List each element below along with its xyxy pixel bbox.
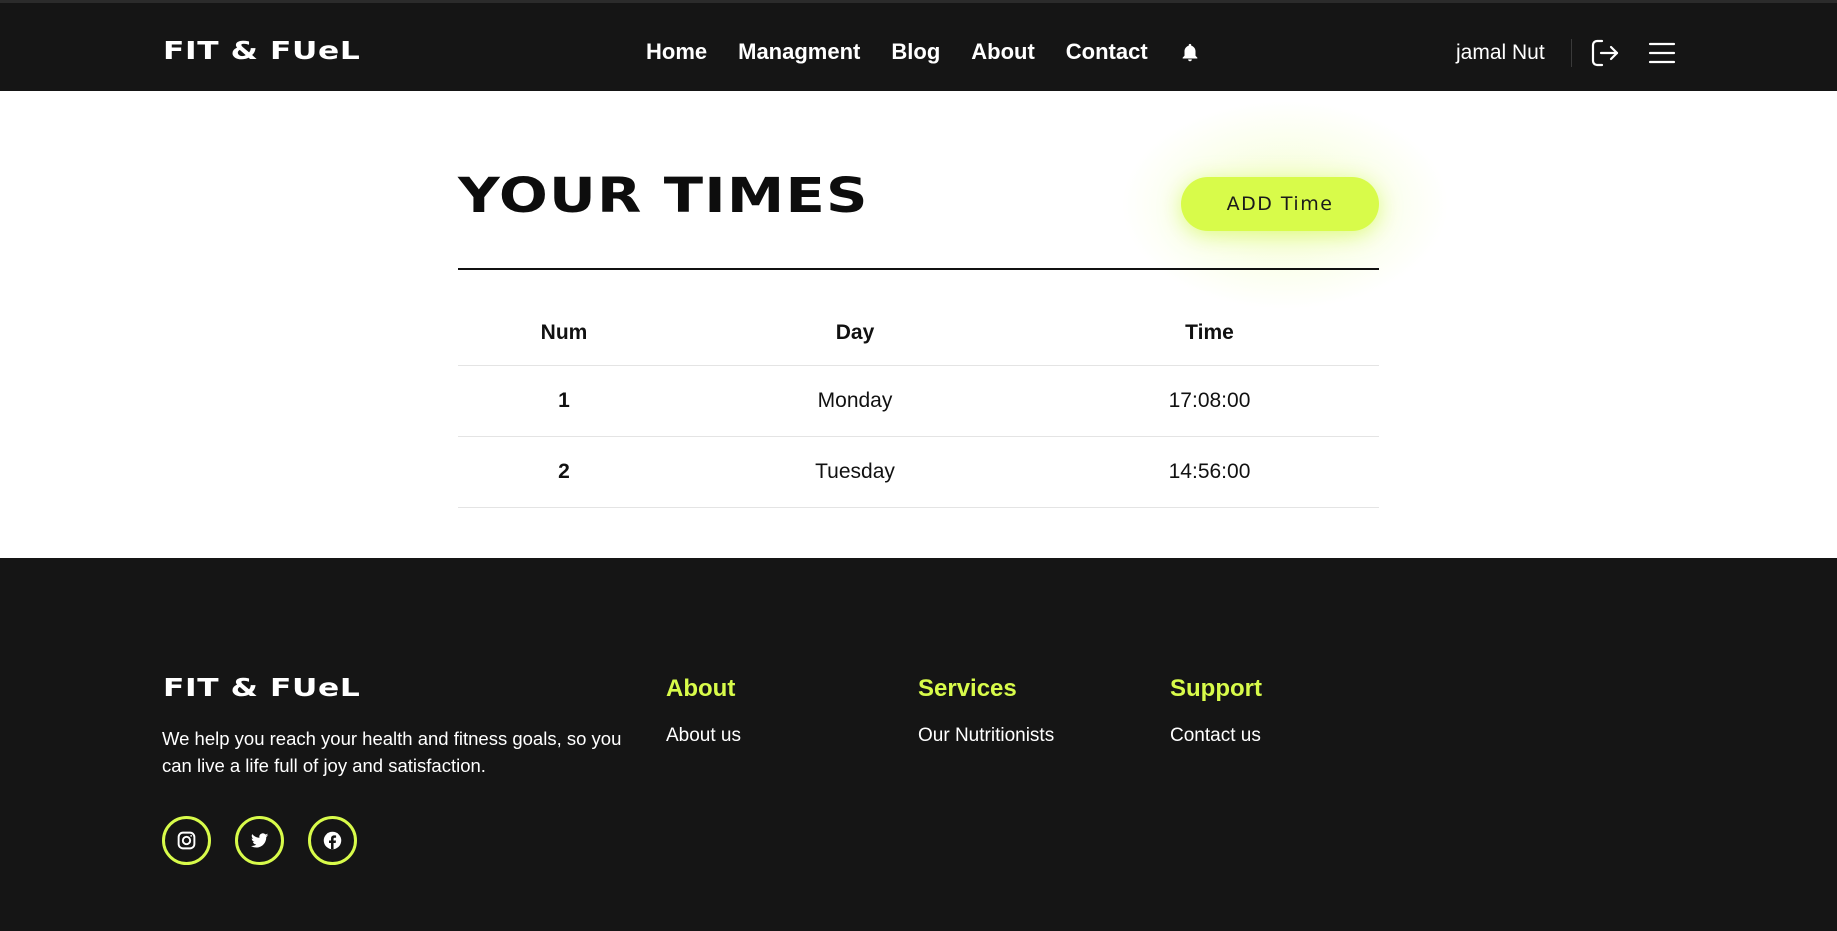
footer: FIT & FUeL We help you reach your health… [0,558,1837,931]
add-time-button[interactable]: ADD Time [1181,177,1379,231]
footer-logo[interactable]: FIT & FUeL [163,673,360,702]
bell-icon[interactable] [1179,41,1201,65]
instagram-button[interactable] [162,816,211,865]
table-row: 2 Tuesday 14:56:00 [458,437,1379,508]
footer-title-services: Services [918,675,1017,702]
footer-link-about-us[interactable]: About us [666,725,741,747]
row-time: 14:56:00 [1168,460,1251,483]
footer-column-about: About About us [666,675,741,747]
row-day: Tuesday [815,460,895,483]
header-time: Time [1185,320,1234,344]
footer-column-support: Support Contact us [1170,675,1262,747]
footer-link-contact-us[interactable]: Contact us [1170,725,1262,747]
page-title: YOUR TIMES [458,168,869,224]
twitter-icon [250,833,269,848]
row-num: 2 [558,460,570,483]
nav-link-contact[interactable]: Contact [1066,39,1148,65]
nav-link-blog[interactable]: Blog [891,39,940,65]
row-day: Monday [817,389,893,412]
table-row: 1 Monday 17:08:00 [458,366,1379,437]
row-num: 1 [558,389,570,412]
nav-link-about[interactable]: About [971,39,1035,65]
brand-logo[interactable]: FIT & FUeL [163,36,360,65]
hamburger-menu-icon[interactable] [1648,41,1676,65]
table-header-row: Num Day Time [458,300,1379,366]
footer-title-support: Support [1170,675,1262,702]
title-divider [458,268,1379,270]
facebook-icon [323,831,342,850]
twitter-button[interactable] [235,816,284,865]
navbar: FIT & FUeL Home Managment Blog About Con… [0,0,1837,91]
footer-title-about: About [666,675,736,702]
footer-description: We help you reach your health and fitnes… [162,728,622,776]
social-links [162,816,381,865]
row-time: 17:08:00 [1168,389,1251,412]
footer-column-services: Services Our Nutritionists [918,675,1054,747]
nav-link-home[interactable]: Home [646,39,707,65]
footer-link-nutritionists[interactable]: Our Nutritionists [918,725,1054,747]
header-day: Day [835,320,875,344]
nav-divider [1571,39,1572,67]
instagram-icon [177,831,196,850]
header-num: Num [540,320,588,344]
times-table: Num Day Time 1 Monday 17:08:00 2 Tuesday… [458,300,1379,508]
facebook-button[interactable] [308,816,357,865]
user-name[interactable]: jamal Nut [1456,41,1545,65]
nav-link-managment[interactable]: Managment [738,39,860,65]
logout-icon[interactable] [1589,37,1619,69]
nav-links: Home Managment Blog About Contact [646,39,1201,65]
